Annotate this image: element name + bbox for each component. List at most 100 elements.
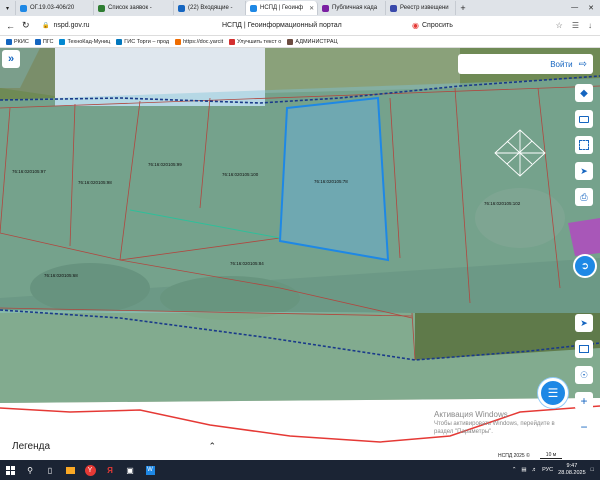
chevron-down-icon[interactable]: ▾ xyxy=(6,5,9,12)
file-explorer-button[interactable] xyxy=(60,460,80,480)
task-view-icon: ▯ xyxy=(47,465,53,475)
print-button[interactable]: ⎙ xyxy=(575,188,593,206)
url-field[interactable]: 🔒 nspd.gov.ru xyxy=(42,22,162,29)
ask-label: Спросить xyxy=(421,22,453,29)
close-window-icon[interactable]: ✕ xyxy=(588,4,594,12)
notifications-icon[interactable]: □ xyxy=(591,467,594,473)
language-indicator[interactable]: РУС xyxy=(542,467,553,473)
start-button[interactable] xyxy=(0,460,20,480)
parcel-label[interactable]: 76:16:020105:68 xyxy=(44,273,78,278)
parcel-label[interactable]: 76:16:020105:97 xyxy=(12,169,46,174)
bookmark-item[interactable]: АДМИНИСТРАЦ xyxy=(287,38,338,45)
chevron-up-icon[interactable]: ⌃ xyxy=(208,441,216,452)
bookmark-favicon-icon xyxy=(6,38,12,45)
page-title: НСПД | Геоинформационный портал xyxy=(222,22,342,29)
search-icon: ⚲ xyxy=(27,465,33,475)
bookmark-favicon-icon xyxy=(34,38,41,45)
bookmark-item[interactable]: ПГС xyxy=(34,38,54,45)
scale-label: 10 м xyxy=(539,452,563,459)
parcel-label[interactable]: 76:16:020105:98 xyxy=(78,180,112,185)
browser-tab-0[interactable]: ОГ.19.03-406/20 xyxy=(16,1,95,15)
print-icon: ⎙ xyxy=(580,191,588,202)
zoom-in-button[interactable]: + xyxy=(575,392,593,410)
bookmark-item[interactable]: ГИС Торги – прод xyxy=(116,38,169,45)
task-view-button[interactable]: ▯ xyxy=(40,460,60,480)
tab-title: Реестр извещени xyxy=(400,5,449,11)
clock[interactable]: 9:47 28.08.2025 xyxy=(558,463,586,477)
clock-date: 28.08.2025 xyxy=(558,470,586,476)
ask-button[interactable]: ◉ Спросить xyxy=(412,21,453,30)
parcel-label[interactable]: 76:16:020105:99 xyxy=(148,162,182,167)
bookmark-item[interactable]: https://doc.yarcit xyxy=(175,38,224,45)
close-tab-icon[interactable]: ✕ xyxy=(309,5,314,12)
network-icon[interactable]: ▤ xyxy=(521,467,526,473)
bookmark-label: АДМИНИСТРАЦ xyxy=(295,38,338,45)
search-icon: ◉ xyxy=(412,21,419,30)
tab-title: Список заявок - xyxy=(108,5,152,11)
select-area-button[interactable] xyxy=(575,136,593,154)
navigate-icon: ➤ xyxy=(580,317,588,328)
tab-favicon-icon xyxy=(322,4,330,12)
chat-icon: ☰ xyxy=(547,386,559,400)
download-icon[interactable]: ↓ xyxy=(588,21,592,30)
app-icon: ▣ xyxy=(126,465,134,475)
reload-icon[interactable]: ↻ xyxy=(22,20,30,31)
screen-button[interactable] xyxy=(575,340,593,358)
yandex-browser-button[interactable]: Y xyxy=(80,460,100,480)
assistant-badge[interactable]: ➲ xyxy=(573,254,597,278)
browser-tab-5[interactable]: Реестр извещени xyxy=(386,1,457,15)
browser-tab-4[interactable]: Публичная када xyxy=(318,1,387,15)
bookmark-item[interactable]: ТехноКад-Муниц xyxy=(59,38,111,45)
bookmark-label: https://doc.yarcit xyxy=(183,38,224,45)
map-canvas[interactable]: 76:16:020105:97 76:16:020105:98 76:16:02… xyxy=(0,48,600,460)
zoom-out-button[interactable]: − xyxy=(575,418,593,436)
bookmark-favicon-icon xyxy=(229,38,236,45)
share-icon: ➤ xyxy=(580,165,588,176)
select-area-icon xyxy=(579,140,589,150)
bookmark-favicon-icon xyxy=(175,38,182,45)
tab-favicon-icon xyxy=(178,4,186,12)
word-button[interactable]: W xyxy=(140,460,160,480)
share-button[interactable]: ➤ xyxy=(575,162,593,180)
tab-favicon-icon xyxy=(390,4,398,12)
tab-list-icon-wrap[interactable]: ▾ xyxy=(0,1,17,15)
card-button[interactable] xyxy=(575,110,593,128)
layers-button[interactable]: ◆ xyxy=(575,84,593,102)
zoom-in-icon: + xyxy=(580,394,588,408)
attribution-text: НСПД 2025 © xyxy=(498,452,530,459)
parcel-label[interactable]: 76:16:020105:78 xyxy=(314,179,348,184)
parcel-label[interactable]: 76:16:020105:102 xyxy=(484,201,521,206)
minimize-icon[interactable]: — xyxy=(571,4,578,12)
browser-tab-strip: ▾ ОГ.19.03-406/20 Список заявок - (22) В… xyxy=(0,0,600,16)
parcel-label[interactable]: 76:16:020105:100 xyxy=(222,172,259,177)
chat-button[interactable]: ☰ xyxy=(538,378,568,408)
parcel-label[interactable]: 76:16:020105:84 xyxy=(230,261,264,266)
new-tab-button[interactable]: + xyxy=(456,3,470,13)
navigate-button[interactable]: ➤ xyxy=(575,314,593,332)
browser-tab-1[interactable]: Список заявок - xyxy=(94,1,175,15)
yandex-app-button[interactable]: Я xyxy=(100,460,120,480)
clock-time: 9:47 xyxy=(566,463,578,469)
menu-icon[interactable]: ☰ xyxy=(572,21,579,30)
locate-button[interactable]: ☉ xyxy=(575,366,593,384)
browser-tab-2[interactable]: (22) Входящие - xyxy=(174,1,247,15)
yandex-app-icon: Я xyxy=(107,465,113,475)
bookmark-label: ПГС xyxy=(42,38,54,45)
volume-icon[interactable]: ♬ xyxy=(532,467,538,473)
expand-panel-button[interactable]: » xyxy=(2,50,20,68)
search-button[interactable]: ⚲ xyxy=(20,460,40,480)
bookmark-item[interactable]: РКИС xyxy=(6,38,29,45)
back-icon[interactable]: ← xyxy=(6,21,15,31)
bookmark-icon[interactable]: ☆ xyxy=(556,21,563,30)
legend-panel[interactable]: Легенда ⌃ xyxy=(0,434,228,458)
bookmark-favicon-icon xyxy=(287,38,294,45)
attribution-bar: НСПД 2025 © 10 м xyxy=(498,452,563,459)
zoom-out-icon: − xyxy=(580,420,588,434)
bookmark-item[interactable]: Улучшить текст о xyxy=(229,38,281,45)
login-button[interactable]: Войти ⇨ xyxy=(458,54,593,74)
browser-tab-3[interactable]: НСПД | Геоинф ✕ xyxy=(246,1,319,15)
bookmark-label: ТехноКад-Муниц xyxy=(67,38,111,45)
app-button[interactable]: ▣ xyxy=(120,460,140,480)
map-view[interactable]: 76:16:020105:97 76:16:020105:98 76:16:02… xyxy=(0,48,600,460)
chevron-up-icon[interactable]: ⌃ xyxy=(512,467,517,473)
